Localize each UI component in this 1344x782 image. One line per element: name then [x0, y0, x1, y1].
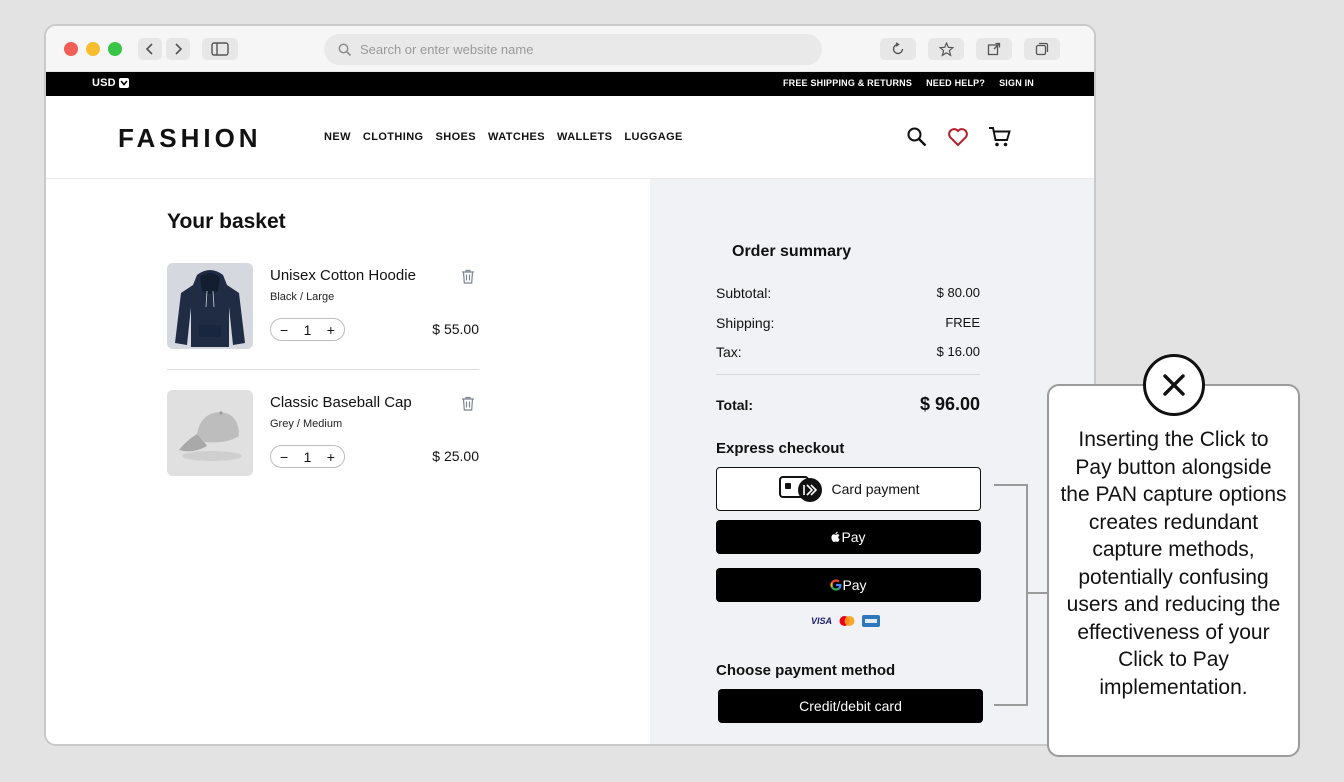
total-value: $ 96.00 [919, 394, 980, 414]
item-variant: Grey / Medium [270, 418, 343, 430]
basket-title: Your basket [167, 210, 286, 233]
sidebar-toggle-button[interactable] [202, 38, 238, 60]
trash-icon[interactable] [461, 269, 475, 289]
apple-pay-button[interactable]: Pay [716, 520, 981, 554]
google-pay-button[interactable]: Pay [716, 568, 981, 602]
address-placeholder: Search or enter website name [360, 42, 534, 57]
item-divider [167, 369, 479, 370]
choose-payment-title: Choose payment method [716, 662, 896, 679]
main-menu: NEW CLOTHING SHOES WATCHES WALLETS LUGGA… [324, 131, 683, 143]
click-to-pay-card-button[interactable]: Card payment [716, 467, 981, 511]
item-price: $ 25.00 [432, 448, 479, 464]
back-button[interactable] [138, 38, 162, 60]
menu-item-luggage[interactable]: LUGGAGE [624, 131, 682, 143]
star-icon [938, 41, 954, 57]
wishlist-heart-icon[interactable] [947, 126, 969, 153]
quantity-stepper: − 1 + [270, 318, 345, 341]
quantity-value: 1 [303, 448, 312, 465]
quantity-stepper: − 1 + [270, 445, 345, 468]
decrease-quantity-button[interactable]: − [280, 323, 288, 337]
card-payment-label: Card payment [831, 481, 920, 497]
browser-toolbar: Search or enter website name [46, 26, 1094, 72]
free-shipping-link[interactable]: FREE SHIPPING & RETURNS [783, 78, 912, 88]
need-help-link[interactable]: NEED HELP? [926, 78, 985, 88]
item-name[interactable]: Unisex Cotton Hoodie [270, 267, 416, 284]
minimize-window-button[interactable] [86, 42, 100, 56]
close-window-button[interactable] [64, 42, 78, 56]
chevron-left-icon [145, 43, 153, 55]
bookmark-button[interactable] [928, 38, 964, 60]
address-bar[interactable]: Search or enter website name [324, 34, 822, 65]
subtotal-label: Subtotal: [716, 285, 772, 301]
click-to-pay-icon [778, 476, 822, 502]
shipping-row: Shipping: FREE [716, 315, 980, 331]
visa-logo: VISA [811, 616, 833, 626]
tax-row: Tax: $ 16.00 [716, 344, 980, 360]
currency-selector[interactable]: USD [92, 77, 129, 89]
menu-item-shoes[interactable]: SHOES [436, 131, 477, 143]
bracket-connector [994, 484, 1028, 706]
search-icon[interactable] [906, 126, 928, 153]
chevron-down-icon [118, 78, 129, 88]
quantity-value: 1 [303, 321, 312, 338]
google-pay-label: Pay [842, 577, 867, 593]
announcement-bar: USD FREE SHIPPING & RETURNS NEED HELP? S… [46, 72, 1094, 96]
menu-item-new[interactable]: NEW [324, 131, 351, 143]
maximize-window-button[interactable] [108, 42, 122, 56]
tax-label: Tax: [716, 344, 742, 360]
card-brand-logos: VISA [811, 615, 881, 627]
apple-pay-label: Pay [841, 529, 866, 545]
decrease-quantity-button[interactable]: − [280, 450, 288, 464]
shipping-value: FREE [945, 315, 980, 330]
reload-button[interactable] [880, 38, 916, 60]
tabs-icon [1035, 42, 1049, 56]
order-summary-panel: Order summary Subtotal: $ 80.00 Shipping… [650, 179, 1094, 744]
share-icon [987, 42, 1001, 56]
credit-debit-label: Credit/debit card [799, 698, 902, 714]
site-header: FASHION NEW CLOTHING SHOES WATCHES WALLE… [46, 96, 1094, 179]
cart-icon[interactable] [988, 126, 1012, 153]
forward-button[interactable] [166, 38, 190, 60]
increase-quantity-button[interactable]: + [327, 450, 335, 464]
item-name[interactable]: Classic Baseball Cap [270, 394, 412, 411]
amex-logo [862, 615, 881, 627]
sign-in-link[interactable]: SIGN IN [999, 78, 1034, 88]
bracket-connector-stem [1028, 592, 1048, 594]
total-label: Total: [716, 397, 754, 413]
item-variant: Black / Large [270, 291, 335, 303]
currency-label: USD [92, 77, 116, 89]
subtotal-row: Subtotal: $ 80.00 [716, 285, 980, 301]
basket-panel: Your basket Unisex Cotton Hoodie Black /… [46, 179, 650, 744]
summary-divider [716, 374, 980, 375]
total-row: Total: $ 96.00 [716, 394, 980, 415]
subtotal-value: $ 80.00 [936, 285, 980, 300]
chevron-right-icon [175, 43, 183, 55]
hoodie-image[interactable] [167, 263, 253, 349]
order-summary-title: Order summary [732, 243, 852, 260]
tabs-button[interactable] [1024, 38, 1060, 60]
cap-image[interactable] [167, 390, 253, 476]
trash-icon[interactable] [461, 396, 475, 416]
close-x-icon [1143, 354, 1205, 416]
search-icon [338, 43, 352, 56]
tax-value: $ 16.00 [936, 344, 980, 359]
increase-quantity-button[interactable]: + [327, 323, 335, 337]
mastercard-logo [839, 616, 855, 626]
shipping-label: Shipping: [716, 315, 775, 331]
express-checkout-title: Express checkout [716, 440, 845, 457]
share-button[interactable] [976, 38, 1012, 60]
reload-icon [892, 42, 904, 55]
annotation-callout: Inserting the Click to Pay button alongs… [1047, 384, 1300, 757]
item-price: $ 55.00 [432, 321, 479, 337]
apple-icon [831, 531, 840, 542]
menu-item-clothing[interactable]: CLOTHING [363, 131, 424, 143]
google-g-icon [830, 579, 842, 591]
browser-window: Search or enter website name USD FREE SH… [44, 24, 1096, 746]
sidebar-icon [211, 42, 229, 56]
credit-debit-card-button[interactable]: Credit/debit card [718, 689, 983, 723]
site-logo[interactable]: FASHION [118, 123, 262, 154]
menu-item-wallets[interactable]: WALLETS [557, 131, 612, 143]
callout-text: Inserting the Click to Pay button alongs… [1060, 428, 1287, 699]
menu-item-watches[interactable]: WATCHES [488, 131, 545, 143]
